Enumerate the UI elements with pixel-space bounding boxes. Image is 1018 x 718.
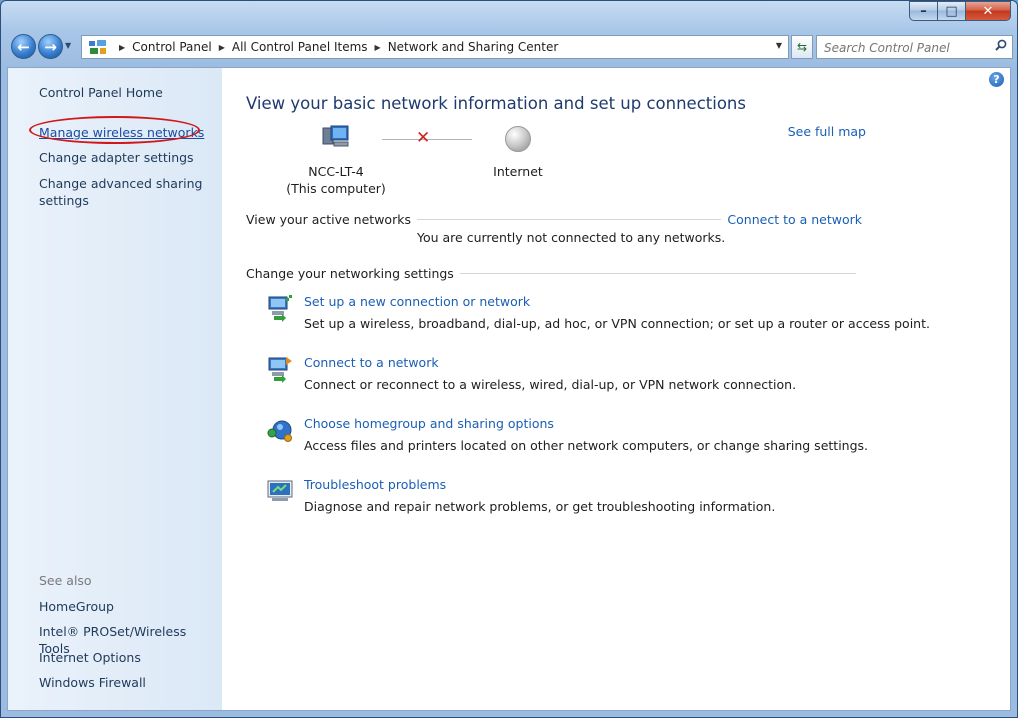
new-connection-icon[interactable] — [266, 294, 294, 322]
section-divider — [459, 273, 856, 274]
minimize-button[interactable]: – — [909, 1, 937, 21]
connect-network-description: Connect or reconnect to a wireless, wire… — [304, 377, 797, 392]
caption-buttons: – □ ✕ — [909, 1, 1011, 23]
task-connect-network: Connect to a network Connect or reconnec… — [266, 355, 866, 399]
networking-settings-label: Change your networking settings — [246, 266, 454, 281]
close-button[interactable]: ✕ — [965, 1, 1011, 21]
homegroup-icon[interactable] — [266, 416, 294, 444]
new-connection-link[interactable]: Set up a new connection or network — [304, 294, 530, 309]
internet-label: Internet — [493, 164, 543, 179]
content-area: Control Panel Home Manage wireless netwo… — [7, 67, 1011, 711]
main-panel: View your basic network information and … — [246, 68, 930, 710]
active-networks-header: View your active networks Connect to a n… — [246, 212, 862, 227]
breadcrumb-network-sharing[interactable]: Network and Sharing Center — [388, 40, 559, 54]
connect-to-network-link[interactable]: Connect to a network — [727, 212, 862, 227]
homegroup-description: Access files and printers located on oth… — [304, 438, 869, 453]
see-also-heading: See also — [39, 573, 92, 588]
navigation-bar: ← → ▼ ▶ Control Panel ▶ All Control Pane… — [7, 31, 1013, 61]
address-bar[interactable]: ▶ Control Panel ▶ All Control Panel Item… — [81, 35, 789, 59]
see-also-internet-options[interactable]: Internet Options — [39, 649, 214, 666]
internet-globe-icon[interactable] — [505, 126, 531, 152]
breadcrumb-all-items[interactable]: All Control Panel Items — [232, 40, 368, 54]
task-homegroup: Choose homegroup and sharing options Acc… — [266, 416, 869, 460]
refresh-button[interactable]: ⇆ — [791, 35, 813, 59]
task-troubleshoot: Troubleshoot problems Diagnose and repai… — [266, 477, 866, 521]
task-new-connection: Set up a new connection or network Set u… — [266, 294, 930, 338]
computer-subtitle: (This computer) — [286, 181, 386, 196]
disconnected-x-icon[interactable]: ✕ — [416, 128, 430, 148]
breadcrumb-separator-icon[interactable]: ▶ — [375, 43, 381, 52]
control-panel-icon — [89, 40, 106, 54]
new-connection-description: Set up a wireless, broadband, dial-up, a… — [304, 316, 930, 331]
refresh-icon: ⇆ — [796, 40, 808, 54]
computer-name: NCC-LT-4 — [308, 164, 364, 179]
help-icon[interactable]: ? — [989, 72, 1004, 87]
see-also-homegroup[interactable]: HomeGroup — [39, 598, 214, 615]
connect-network-link[interactable]: Connect to a network — [304, 355, 439, 370]
sidebar: Control Panel Home Manage wireless netwo… — [8, 68, 222, 710]
troubleshoot-link[interactable]: Troubleshoot problems — [304, 477, 446, 492]
address-dropdown-icon[interactable]: ▼ — [776, 41, 782, 50]
computer-icon[interactable] — [322, 124, 350, 150]
active-networks-label: View your active networks — [246, 212, 411, 227]
forward-arrow-icon: → — [44, 37, 57, 56]
search-input[interactable] — [822, 37, 986, 59]
window: – □ ✕ ← → ▼ ▶ Control Panel ▶ All Contro… — [0, 0, 1018, 718]
search-box[interactable] — [816, 35, 1013, 59]
back-button[interactable]: ← — [11, 34, 36, 59]
troubleshoot-icon[interactable] — [266, 477, 294, 505]
search-icon[interactable] — [995, 39, 1007, 51]
troubleshoot-description: Diagnose and repair network problems, or… — [304, 499, 776, 514]
see-also-windows-firewall[interactable]: Windows Firewall — [39, 674, 214, 691]
sidebar-link-adapter-settings[interactable]: Change adapter settings — [39, 149, 214, 166]
back-arrow-icon: ← — [17, 37, 30, 56]
page-title: View your basic network information and … — [246, 94, 746, 113]
breadcrumb-control-panel[interactable]: Control Panel — [132, 40, 212, 54]
forward-button[interactable]: → — [38, 34, 63, 59]
section-divider — [416, 219, 722, 220]
network-map: ✕ NCC-LT-4 (This computer) Internet See … — [246, 124, 866, 196]
sidebar-home-link[interactable]: Control Panel Home — [39, 85, 163, 100]
networking-settings-header: Change your networking settings — [246, 266, 862, 281]
see-full-map-link[interactable]: See full map — [788, 124, 866, 139]
homegroup-link[interactable]: Choose homegroup and sharing options — [304, 416, 554, 431]
recent-pages-dropdown[interactable]: ▼ — [65, 41, 71, 50]
breadcrumb-separator-icon[interactable]: ▶ — [119, 43, 125, 52]
sidebar-link-advanced-sharing[interactable]: Change advanced sharing settings — [39, 175, 214, 209]
breadcrumb: ▶ Control Panel ▶ All Control Panel Item… — [112, 40, 558, 54]
maximize-button[interactable]: □ — [937, 1, 965, 21]
connect-network-icon[interactable] — [266, 355, 294, 383]
highlight-annotation — [29, 116, 200, 144]
breadcrumb-separator-icon[interactable]: ▶ — [219, 43, 225, 52]
not-connected-message: You are currently not connected to any n… — [417, 230, 726, 245]
